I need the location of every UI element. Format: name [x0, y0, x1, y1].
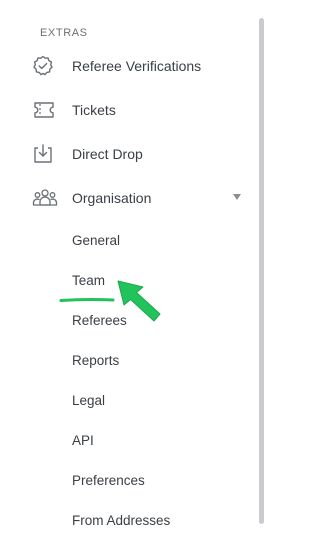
- pointer-arrow-icon: [112, 278, 166, 331]
- badge-check-icon: [32, 54, 62, 78]
- sidebar-item-organisation[interactable]: Organisation: [32, 183, 254, 213]
- submenu-item-general[interactable]: General: [72, 228, 120, 252]
- submenu-item-legal[interactable]: Legal: [72, 388, 105, 412]
- section-heading-extras: EXTRAS: [40, 27, 88, 39]
- submenu-item-preferences[interactable]: Preferences: [72, 468, 145, 492]
- highlight-underline: [59, 290, 115, 308]
- sidebar: EXTRAS Referee Verifications Tickets Dir…: [0, 0, 285, 549]
- submenu-item-api[interactable]: API: [72, 428, 94, 452]
- sidebar-item-direct-drop[interactable]: Direct Drop: [32, 139, 254, 169]
- scrollbar[interactable]: [259, 18, 264, 524]
- sidebar-item-label: Organisation: [72, 190, 152, 206]
- sidebar-item-label: Direct Drop: [72, 146, 143, 162]
- sidebar-item-label: Referee Verifications: [72, 58, 202, 74]
- submenu-item-team[interactable]: Team: [72, 268, 105, 292]
- sidebar-item-label: Tickets: [72, 102, 116, 118]
- submenu-item-from-addresses[interactable]: From Addresses: [72, 508, 170, 532]
- download-tray-icon: [32, 142, 62, 166]
- ticket-icon: [32, 98, 62, 122]
- caret-down-icon[interactable]: [231, 190, 243, 202]
- submenu-item-reports[interactable]: Reports: [72, 348, 119, 372]
- sidebar-item-referee-verifications[interactable]: Referee Verifications: [32, 51, 254, 81]
- sidebar-item-tickets[interactable]: Tickets: [32, 95, 254, 125]
- people-group-icon: [32, 186, 62, 210]
